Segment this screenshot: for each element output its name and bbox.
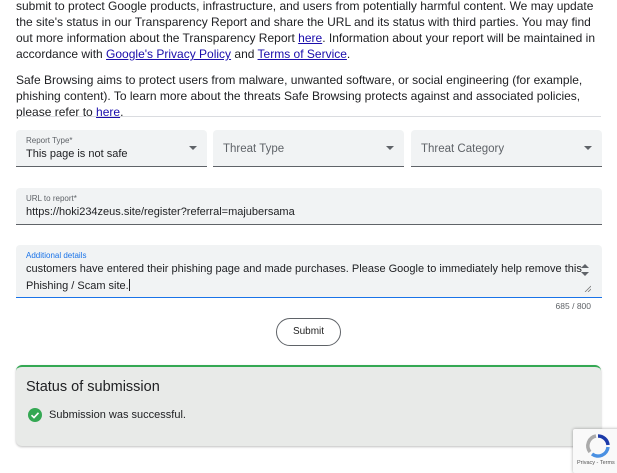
text-cursor [128, 279, 130, 291]
recaptcha-terms[interactable]: Privacy - Terms [577, 460, 615, 466]
threat-type-placeholder: Threat Type [223, 143, 285, 155]
details-line-2: Phishing / Scam site. [26, 279, 130, 292]
threat-category-select[interactable]: Threat Category [411, 130, 602, 167]
additional-details-label: Additional details [26, 251, 87, 260]
recaptcha-logo-icon [586, 434, 610, 458]
intro-paragraph-1: submit to protect Google products, infra… [16, 0, 595, 61]
submit-button[interactable]: Submit [276, 318, 341, 346]
additional-details-textarea[interactable]: Additional details customers have entere… [16, 245, 602, 298]
check-circle-icon [28, 408, 42, 422]
threat-category-placeholder: Threat Category [421, 143, 505, 155]
url-field[interactable]: URL to report* https://hoki234zeus.site/… [16, 188, 602, 225]
intro-text: submit to protect Google products, infra… [16, 0, 606, 120]
terms-of-service-link[interactable]: Terms of Service [258, 47, 347, 61]
privacy-policy-link[interactable]: Google's Privacy Policy [106, 47, 231, 61]
transparency-report-link[interactable]: here [298, 31, 322, 45]
report-type-label: Report Type* [26, 136, 73, 145]
report-type-value: This page is not safe [26, 148, 128, 160]
url-label: URL to report* [26, 194, 77, 203]
submission-status-panel: Status of submission Submission was succ… [16, 365, 601, 446]
intro-paragraph-2: Safe Browsing aims to protect users from… [16, 73, 583, 119]
url-value: https://hoki234zeus.site/register?referr… [26, 206, 295, 218]
scroll-arrows-icon[interactable] [580, 263, 590, 277]
report-type-select[interactable]: Report Type* This page is not safe [16, 130, 207, 167]
status-title: Status of submission [26, 379, 160, 395]
chevron-down-icon [386, 146, 394, 150]
status-message: Submission was successful. [49, 409, 186, 421]
threat-type-select[interactable]: Threat Type [213, 130, 404, 167]
details-line-1: customers have entered their phishing pa… [26, 263, 582, 275]
character-counter: 685 / 800 [555, 301, 591, 311]
recaptcha-badge[interactable]: Privacy - Terms [573, 429, 617, 473]
chevron-down-icon [189, 146, 197, 150]
divider [16, 116, 601, 117]
resize-handle-icon[interactable] [584, 285, 591, 292]
chevron-down-icon [584, 146, 592, 150]
